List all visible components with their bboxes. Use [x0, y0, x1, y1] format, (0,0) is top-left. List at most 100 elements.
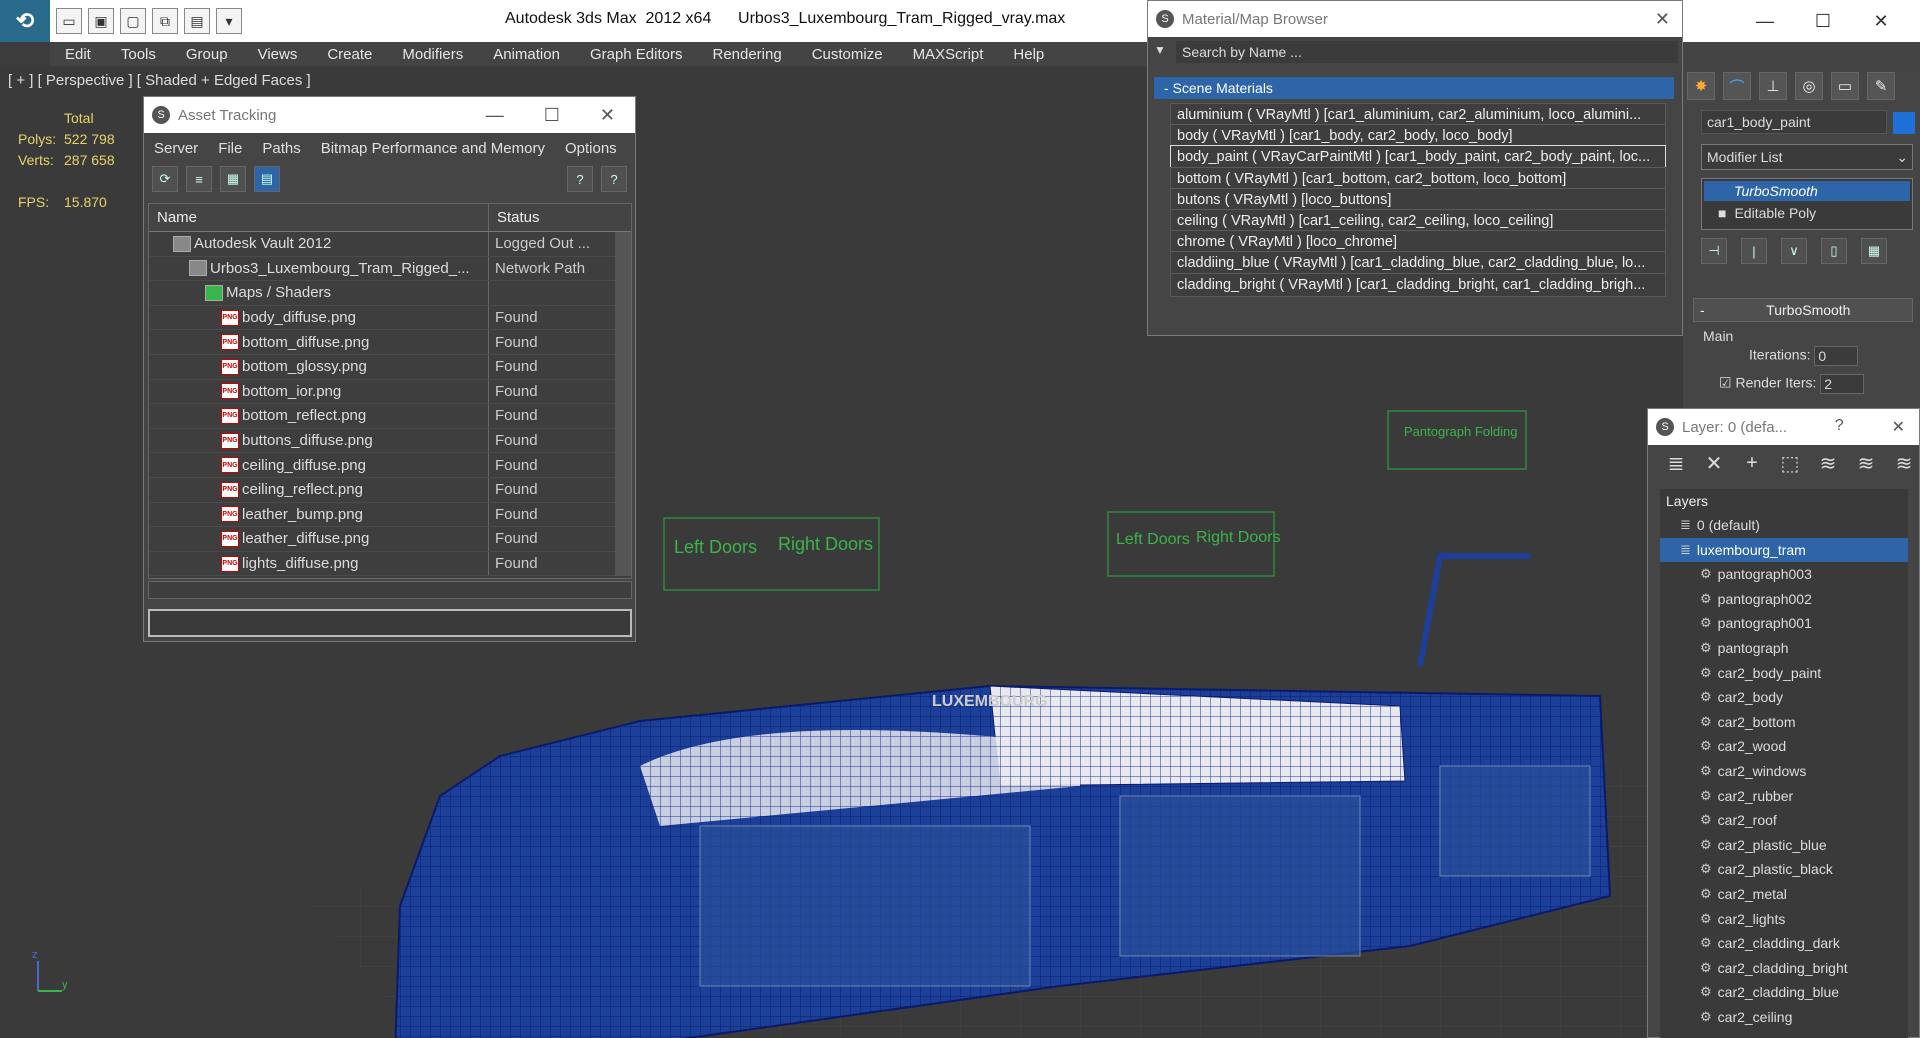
layer-list-item[interactable]: ⚙ car2_ceiling: [1660, 1005, 1908, 1030]
stack-item-turbosmooth[interactable]: TurboSmooth: [1704, 181, 1910, 201]
layer-list-item[interactable]: ⚙ car2_bottom: [1660, 710, 1908, 735]
right-doors-control-1[interactable]: Right Doors: [778, 534, 873, 554]
layer-list-item[interactable]: ⚙ car2_windows: [1660, 759, 1908, 784]
make-unique-icon[interactable]: ∨: [1781, 238, 1807, 264]
close-button[interactable]: ✕: [1852, 4, 1910, 38]
close-button[interactable]: ✕: [1892, 417, 1905, 437]
object-name-field[interactable]: car1_body_paint: [1701, 110, 1887, 134]
display-tab-icon[interactable]: ▭: [1831, 72, 1859, 100]
hold-icon[interactable]: ⧉: [152, 8, 178, 34]
layer-list-item[interactable]: ⚙ car2_body_paint: [1660, 661, 1908, 686]
pantograph-folding-control[interactable]: Pantograph Folding: [1387, 410, 1527, 470]
menu-edit[interactable]: Edit: [50, 46, 106, 63]
layers-header[interactable]: Layers: [1660, 489, 1908, 513]
menu-customize[interactable]: Customize: [797, 46, 898, 63]
highlight-layer-icon[interactable]: ≋: [1814, 451, 1842, 476]
table-row[interactable]: PNG bottom_reflect.png Found: [149, 404, 631, 429]
asset-path-field[interactable]: [148, 609, 632, 637]
table-row[interactable]: PNG bottom_glossy.png Found: [149, 354, 631, 380]
minimize-button[interactable]: —: [1736, 4, 1794, 38]
scene-materials-group[interactable]: - Scene Materials: [1154, 77, 1674, 99]
material-list-item[interactable]: cladding_bright ( VRayMtl ) [car1_claddi…: [1170, 272, 1666, 297]
layer-list-item[interactable]: ⚙ pantograph003: [1660, 562, 1908, 587]
pantograph[interactable]: [1417, 553, 1530, 667]
menu-options[interactable]: Options: [555, 140, 627, 157]
layer-titlebar[interactable]: S Layer: 0 (defa... ? ✕: [1648, 409, 1919, 445]
menu-modifiers[interactable]: Modifiers: [387, 46, 478, 63]
render-iters-checkbox[interactable]: ☑: [1719, 375, 1732, 391]
browser-options-icon[interactable]: ▼: [1154, 43, 1166, 57]
add-to-layer-icon[interactable]: +: [1738, 452, 1766, 475]
layer-list-item[interactable]: ⚙ car2_plastic_blue: [1660, 833, 1908, 858]
save-icon[interactable]: ▣: [88, 8, 114, 34]
column-status-header[interactable]: Status: [489, 204, 611, 231]
motion-tab-icon[interactable]: ◎: [1795, 72, 1823, 100]
layer-list-item[interactable]: ⚙ car2_wood: [1660, 734, 1908, 759]
menu-bitmap-performance[interactable]: Bitmap Performance and Memory: [311, 140, 555, 157]
menu-animation[interactable]: Animation: [478, 46, 575, 63]
layer-list-item[interactable]: ⚙ car2_body: [1660, 685, 1908, 710]
layer-list-item[interactable]: ⚙ car2_cladding_blue: [1660, 980, 1908, 1005]
delete-layer-icon[interactable]: ✕: [1700, 451, 1728, 476]
menu-tools[interactable]: Tools: [106, 46, 171, 63]
table-row[interactable]: PNG ceiling_diffuse.png Found: [149, 453, 631, 478]
table-row[interactable]: PNG lights_diffuse.png Found: [149, 551, 631, 577]
table-row[interactable]: PNG bottom_ior.png Found: [149, 379, 631, 405]
right-doors-control-2[interactable]: Right Doors: [1196, 529, 1280, 546]
table-view-icon[interactable]: ▤: [254, 166, 280, 192]
app-logo-icon[interactable]: ⟲: [0, 0, 50, 42]
close-button[interactable]: ✕: [1655, 9, 1682, 30]
utilities-tab-icon[interactable]: ✎: [1867, 72, 1895, 100]
left-doors-control-1[interactable]: Left Doors: [663, 517, 880, 591]
table-row[interactable]: Autodesk Vault 2012 Logged Out ...: [149, 232, 631, 257]
menu-rendering[interactable]: Rendering: [697, 46, 796, 63]
table-row[interactable]: PNG buttons_diffuse.png Found: [149, 428, 631, 454]
layer-list-item[interactable]: ⚙ car2_rubber: [1660, 784, 1908, 809]
turbosmooth-rollout[interactable]: - TurboSmooth: [1693, 298, 1913, 322]
configure-sets-icon[interactable]: ▦: [1861, 238, 1887, 264]
remove-modifier-icon[interactable]: ▯: [1821, 238, 1847, 264]
layer-list-item[interactable]: ⚙ car2_plastic_black: [1660, 857, 1908, 882]
thumbnail-view-icon[interactable]: ▦: [220, 166, 246, 192]
menu-graph-editors[interactable]: Graph Editors: [575, 46, 698, 63]
menu-group[interactable]: Group: [171, 46, 243, 63]
maximize-button[interactable]: ☐: [544, 105, 560, 126]
layer-list-item[interactable]: ⚙ car2_cladding_dark: [1660, 931, 1908, 956]
layer-list-item[interactable]: ⚙ pantograph: [1660, 636, 1908, 661]
show-end-result-icon[interactable]: |: [1741, 238, 1767, 264]
create-tab-icon[interactable]: ✸: [1687, 72, 1715, 100]
table-row[interactable]: PNG leather_bump.png Found: [149, 502, 631, 528]
vertical-scrollbar[interactable]: [615, 232, 631, 576]
modifier-list-dropdown[interactable]: Modifier List ⌄: [1701, 144, 1913, 170]
column-name-header[interactable]: Name: [149, 204, 489, 231]
layer-list-item[interactable]: ⚙ pantograph001: [1660, 611, 1908, 636]
layer-list-item[interactable]: ≣ 0 (default): [1660, 513, 1908, 538]
layer-list-item[interactable]: ≣ luxembourg_tram: [1660, 537, 1908, 563]
modify-tab-icon[interactable]: ⌒: [1723, 72, 1751, 100]
table-row[interactable]: PNG body_diffuse.png Found: [149, 305, 631, 331]
table-row[interactable]: PNG leather_diffuse.png Found: [149, 527, 631, 552]
menu-paths[interactable]: Paths: [252, 140, 310, 157]
table-row[interactable]: Urbos3_Luxembourg_Tram_Rigged_... Network…: [149, 256, 631, 282]
list-view-icon[interactable]: ≡: [186, 166, 212, 192]
new-layer-icon[interactable]: ≣: [1662, 451, 1690, 476]
render-iters-spinner[interactable]: 2: [1820, 374, 1865, 394]
layer-list-item[interactable]: ⚙ car2_metal: [1660, 882, 1908, 907]
open-icon[interactable]: ▭: [56, 8, 82, 34]
horizontal-scrollbar[interactable]: [148, 581, 632, 599]
menu-maxscript[interactable]: MAXScript: [898, 46, 999, 63]
help-button[interactable]: ?: [1835, 417, 1844, 437]
viewport-label[interactable]: [ + ] [ Perspective ] [ Shaded + Edged F…: [8, 72, 311, 89]
layer-list-item[interactable]: ⚙ car2_lights: [1660, 907, 1908, 932]
freeze-all-icon[interactable]: ≋: [1890, 451, 1918, 476]
dropdown-icon[interactable]: ▾: [216, 8, 242, 34]
stack-item-editable-poly[interactable]: ■ Editable Poly: [1704, 203, 1910, 223]
fetch-icon[interactable]: ▤: [184, 8, 210, 34]
menu-server[interactable]: Server: [144, 140, 208, 157]
select-objects-icon[interactable]: ⬚: [1776, 451, 1804, 476]
menu-views[interactable]: Views: [243, 46, 313, 63]
help-context-icon[interactable]: ?: [601, 166, 627, 192]
menu-create[interactable]: Create: [312, 46, 387, 63]
search-input[interactable]: Search by Name ...: [1176, 41, 1678, 63]
hide-all-icon[interactable]: ≋: [1852, 451, 1880, 476]
